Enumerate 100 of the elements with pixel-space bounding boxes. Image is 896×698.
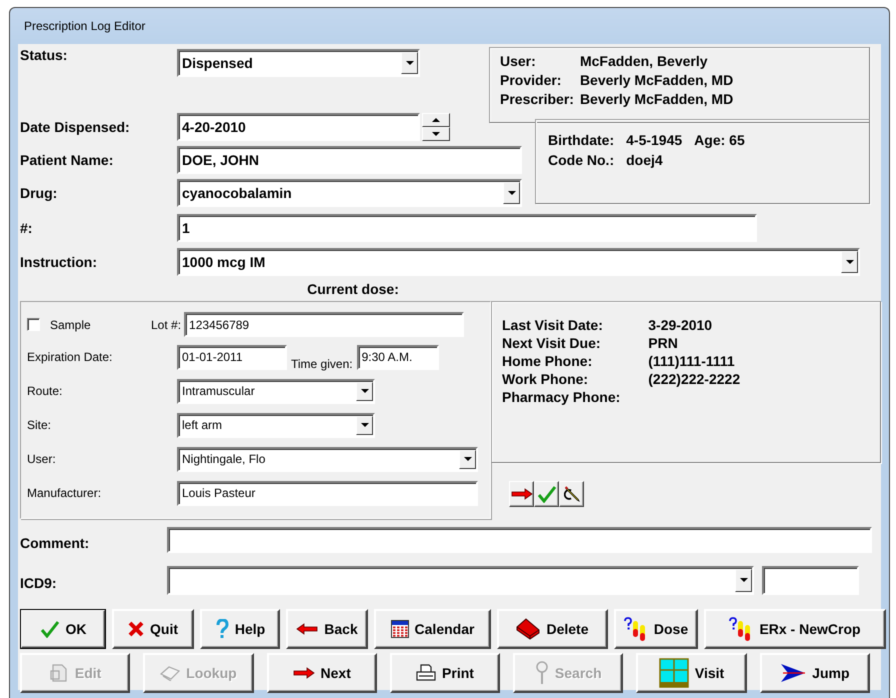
right-arrow-icon [292,667,315,679]
manufacturer-label: Manufacturer: [27,486,102,500]
question-capsule-icon [624,617,648,641]
dropdown-button[interactable] [356,416,373,434]
action-button[interactable]: Quit [112,609,194,649]
calendar-icon [390,620,409,638]
caret-icon [432,132,440,136]
status-dropdown[interactable]: Dispensed [177,49,420,77]
route-label: Route: [27,384,64,398]
document-icon [48,663,69,683]
caret-icon [464,457,472,461]
action-button[interactable]: OK [20,609,106,649]
arrow-tool-button[interactable] [509,481,534,507]
info-value: doej4 [626,151,664,170]
date-field[interactable]: 4-20-2010 [177,113,420,141]
caret-icon [508,191,516,195]
spinner[interactable] [422,113,450,141]
lot-label: Lot #: [151,318,182,332]
route-dropdown[interactable]: Intramuscular [177,378,375,404]
info-label: Home Phone: [502,352,594,370]
quantity-label: #: [20,220,34,236]
action-button[interactable]: Next [266,653,377,693]
quantity-field[interactable]: 1 [177,214,757,242]
info-label: Prescriber: [500,90,574,109]
time-given-field[interactable]: 9:30 A.M. [356,344,439,370]
status-label: Status: [20,47,68,65]
action-button[interactable]: Help [200,609,280,649]
caret-icon [432,118,440,122]
action-button[interactable]: Visit [636,653,747,693]
caret-icon [360,423,368,427]
dropdown-button[interactable] [503,182,520,204]
eraser-icon [516,618,540,640]
info-value: Beverly McFadden, MD [580,90,734,109]
printer-icon [416,664,436,682]
action-button[interactable]: ERx - NewCrop [704,609,886,649]
x-icon [128,621,144,637]
dropdown-button[interactable] [401,52,418,74]
caret-icon [406,61,414,65]
action-button[interactable]: Delete [497,609,608,649]
info-label: Provider: [500,71,562,90]
site-dropdown[interactable]: left arm [177,412,375,438]
action-button[interactable]: Calendar [374,609,491,649]
info-label: Birthdate: [548,131,614,150]
dropdown-button[interactable] [735,568,752,592]
date-dispensed-label: Date Dispensed: [20,119,131,135]
icd9-dropdown[interactable] [167,566,754,594]
site-label: Site: [27,418,52,432]
info-value: 3-29-2010 [648,316,714,334]
info-label: User: [500,52,537,71]
check-icon [536,485,556,503]
time-given-label: Time given: [291,357,353,371]
left-arrow-icon [296,623,318,635]
user-label: User: [27,452,57,466]
patient-name-field[interactable]: DOE, JOHN [177,146,522,174]
info-label: Last Visit Date: [502,316,604,334]
patient-name-label: Patient Name: [20,152,114,168]
caret-icon [360,389,368,393]
dropdown-button[interactable] [459,450,476,468]
question-mark-icon [214,619,229,639]
check-icon [40,620,60,638]
expiration-label: Expiration Date: [27,350,114,364]
action-button[interactable]: Back [286,609,368,649]
info-value: Beverly McFadden, MD [580,71,734,90]
dropdown-button[interactable] [356,382,373,400]
info-label: Next Visit Due: [502,334,602,352]
instruction-dropdown[interactable]: 1000 mcg IM [177,248,860,276]
info-value: (222)222-2222 [648,370,742,388]
pin-icon [534,661,549,685]
icd9-code-field[interactable] [762,566,859,594]
expiration-field[interactable]: 01-01-2011 [177,344,287,370]
manufacturer-field[interactable]: Louis Pasteur [177,480,478,506]
caret-icon [846,260,854,264]
instruction-label: Instruction: [20,254,98,270]
action-button[interactable]: Print [390,653,500,693]
info-value: 4-5-1945 [626,131,682,150]
jump-arrow-icon [780,663,806,683]
book-icon [160,665,180,681]
user-dropdown[interactable]: Nightingale, Flo [177,446,478,472]
window-grid-icon [658,658,689,688]
drug-dropdown[interactable]: cyanocobalamin [177,179,522,207]
info-label: Pharmacy Phone: [502,388,620,406]
pencil-icon [564,486,580,502]
lot-field[interactable]: 123456789 [184,312,464,337]
info-value: (111)111-1111 [648,352,736,370]
info-label: Work Phone: [502,370,590,388]
info-value: McFadden, Beverly [580,52,709,71]
check-tool-button[interactable] [534,481,559,507]
pencil-tool-button[interactable] [559,481,584,507]
drug-label: Drug: [20,185,58,201]
sample-checkbox[interactable] [27,318,40,331]
current-dose-heading: Current dose: [307,281,399,297]
caret-icon [740,578,748,582]
action-button[interactable]: Dose [614,609,698,649]
comment-label: Comment: [20,534,90,551]
icd9-label: ICD9: [20,574,58,591]
action-button[interactable]: Jump [760,653,870,693]
comment-field[interactable] [167,527,872,553]
sample-label: Sample [50,318,91,332]
dropdown-button[interactable] [841,251,858,273]
right-arrow-icon [510,488,532,500]
